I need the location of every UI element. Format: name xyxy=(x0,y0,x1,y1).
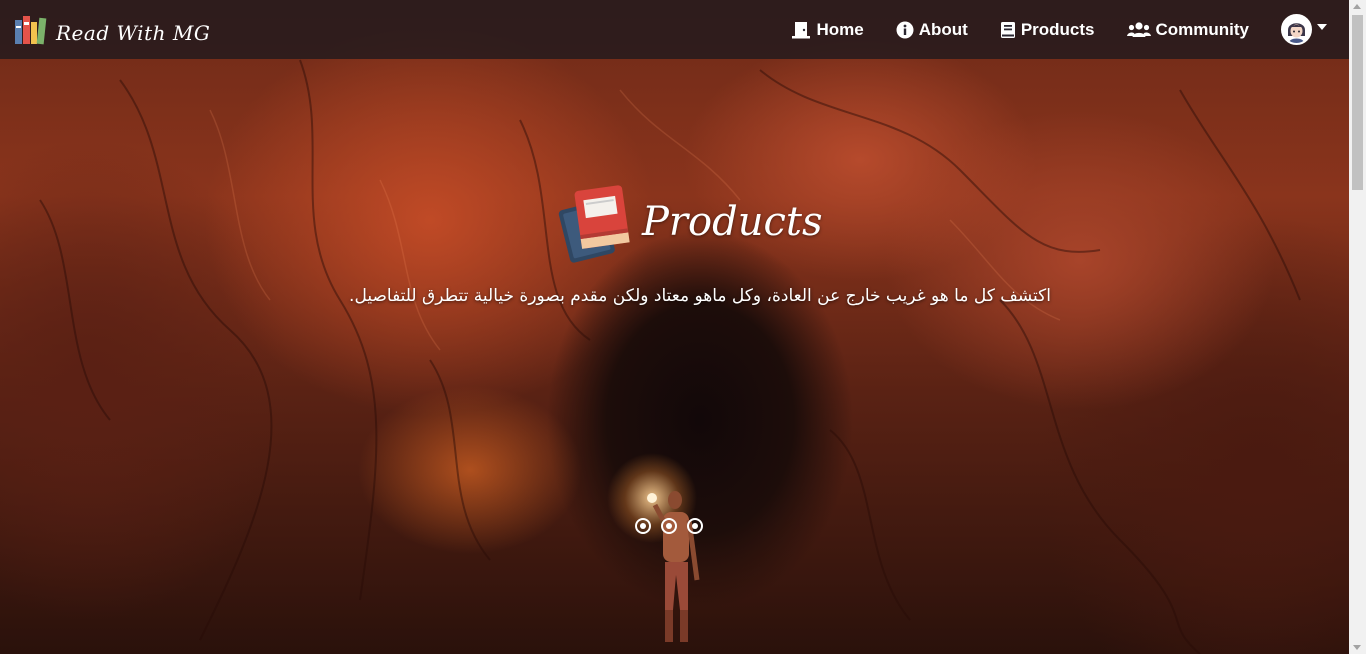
door-icon xyxy=(791,21,811,39)
cave-rock-texture xyxy=(39,59,1301,654)
users-icon xyxy=(1126,21,1151,39)
carousel-indicator-2[interactable] xyxy=(661,518,677,534)
carousel-indicator-1[interactable] xyxy=(635,518,651,534)
page-title: Products xyxy=(642,198,823,245)
chevron-down-icon xyxy=(1317,23,1327,30)
person-with-torch xyxy=(647,491,700,642)
nav-about-label: About xyxy=(918,19,968,39)
nav-products[interactable]: Products xyxy=(1000,20,1095,40)
nav-home-label: Home xyxy=(816,19,864,39)
hero-subtitle: اكتشف كل ما هو غريب خارج عن العادة، وكل … xyxy=(349,286,1051,306)
hero-heading: Products xyxy=(556,182,823,269)
hero-background xyxy=(0,0,1349,654)
scrollbar-thumb[interactable] xyxy=(1352,15,1363,190)
nav-products-label: Products xyxy=(1020,19,1095,39)
info-circle-icon xyxy=(896,21,914,39)
books-icon xyxy=(14,14,52,51)
scroll-up-arrow-icon[interactable] xyxy=(1353,4,1361,9)
book-icon xyxy=(1000,21,1016,39)
top-navbar: Read With MG Home About Products Communi… xyxy=(0,0,1349,59)
nav-about[interactable]: About xyxy=(896,20,968,40)
nav-home[interactable]: Home xyxy=(791,19,864,40)
main-nav: Home About Products Community xyxy=(791,0,1349,59)
carousel-indicators xyxy=(635,518,713,534)
nav-community[interactable]: Community xyxy=(1126,19,1250,40)
profile-dropdown[interactable] xyxy=(1281,14,1327,45)
brand-logo[interactable]: Read With MG xyxy=(14,14,210,51)
vertical-scrollbar[interactable] xyxy=(1349,0,1366,654)
book-stack-icon xyxy=(556,182,638,269)
user-avatar-icon xyxy=(1281,14,1312,45)
nav-community-label: Community xyxy=(1155,19,1250,39)
scroll-down-arrow-icon[interactable] xyxy=(1353,645,1361,650)
carousel-indicator-3[interactable] xyxy=(687,518,703,534)
brand-name: Read With MG xyxy=(56,20,211,45)
